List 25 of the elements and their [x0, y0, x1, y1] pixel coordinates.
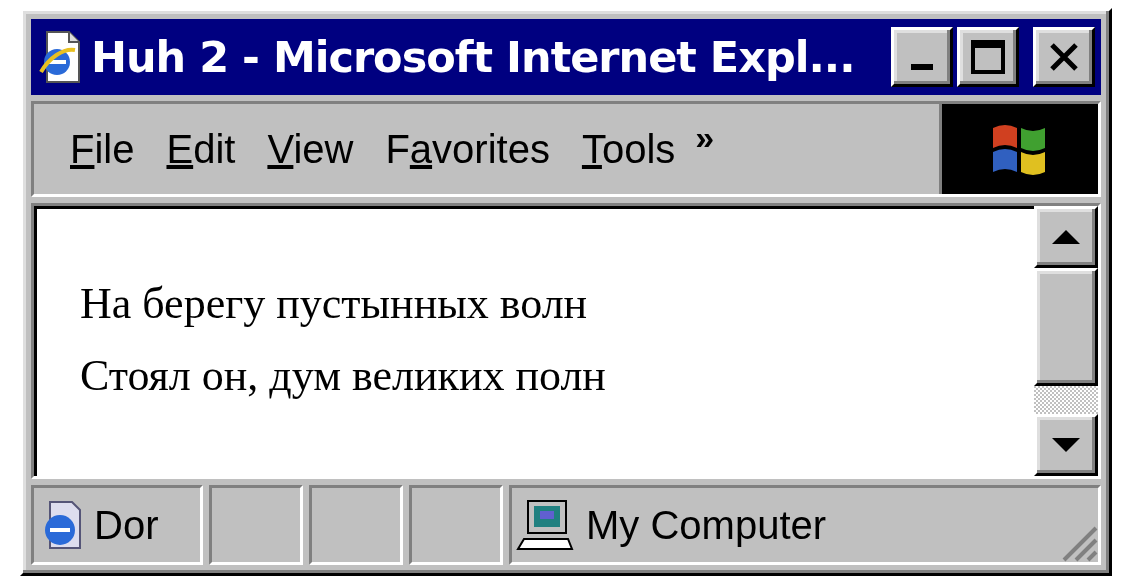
zone-text: My Computer — [586, 502, 827, 548]
close-icon — [1049, 43, 1079, 71]
computer-icon — [516, 499, 576, 551]
menu-overflow-chevron[interactable]: » — [695, 118, 715, 157]
menu-item[interactable]: Tools — [575, 126, 682, 172]
down-arrow-icon — [1052, 438, 1080, 452]
vertical-scrollbar[interactable] — [1034, 206, 1098, 476]
menu-item[interactable]: File — [64, 126, 141, 172]
scroll-up-button[interactable] — [1034, 206, 1098, 268]
close-button[interactable] — [1033, 27, 1095, 87]
maximize-button[interactable] — [957, 27, 1019, 87]
up-arrow-icon — [1052, 230, 1080, 244]
menu-item[interactable]: Edit — [160, 126, 242, 172]
page-e-icon — [37, 30, 83, 84]
poem-line: Стоял он, дум великих полн — [80, 350, 607, 402]
minimize-icon — [911, 64, 933, 70]
scroll-down-button[interactable] — [1034, 414, 1098, 476]
menu-item[interactable]: View — [261, 126, 360, 172]
menu-item[interactable]: Favorites — [379, 126, 556, 172]
window-title: Huh 2 - Microsoft Internet Expl... — [91, 32, 856, 82]
minimize-button[interactable] — [891, 27, 953, 87]
maximize-icon — [971, 40, 1005, 74]
status-text: Dor — [94, 502, 159, 548]
poem-line: На берегу пустынных волн — [80, 278, 589, 330]
scroll-thumb[interactable] — [1034, 268, 1098, 386]
